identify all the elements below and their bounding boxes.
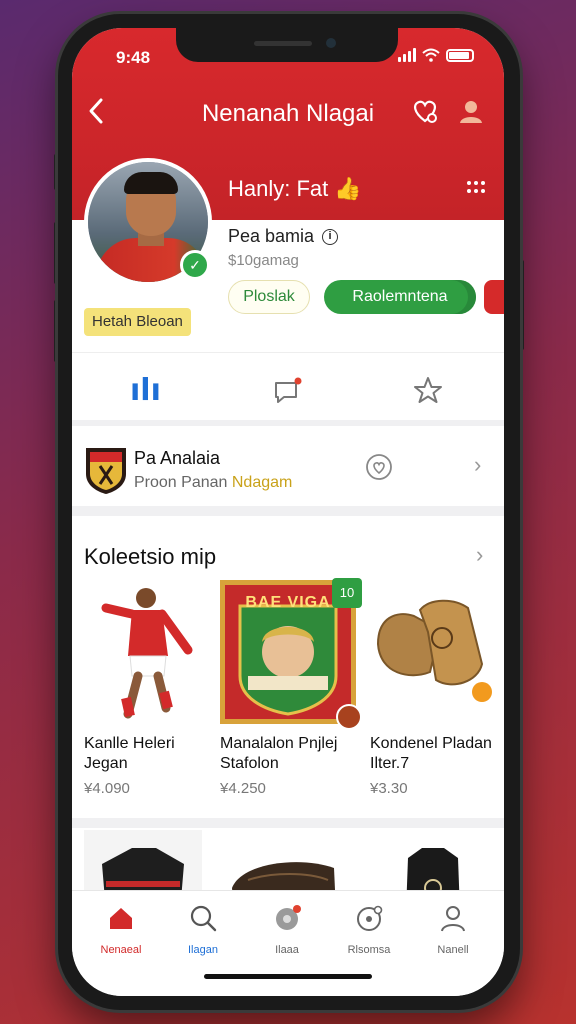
profile-name-text: Hanly: Fat [228, 176, 329, 201]
tab-search-label: Ilagan [188, 944, 218, 956]
collection-item-price: ¥3.30 [370, 780, 408, 797]
club-subtitle: Proon Panan Ndagam [134, 474, 292, 492]
tab-profile-label: Nanell [437, 944, 469, 956]
club-favorite-icon[interactable] [364, 452, 394, 482]
signal-icon [398, 48, 416, 62]
club-name: Pa Analaia [134, 448, 221, 468]
tab-notifications[interactable]: Ilaaa [252, 903, 322, 956]
chat-icon [275, 377, 302, 403]
card-corner-icon [336, 704, 362, 730]
heart-icon [413, 100, 437, 123]
status-icons [398, 48, 474, 62]
collection-title: Koleetsio mip [84, 544, 217, 569]
club-row[interactable]: Pa Analaia Proon Panan Ndagam › [72, 428, 504, 516]
collection-item[interactable]: BAE VIGA 10 Manalalon Pnjlej Stafolon ¥4… [220, 578, 362, 797]
collection-item-price: ¥4.090 [84, 780, 130, 797]
tab-messages[interactable]: Rlsomsa [334, 903, 404, 956]
card-badge: 10 [332, 578, 362, 608]
tab-notifications-label: Ilaaa [275, 944, 299, 956]
verified-badge-icon: ✓ [180, 250, 210, 280]
profile-tag: Hetah Bleoan [84, 308, 191, 336]
home-indicator[interactable] [204, 974, 372, 979]
status-time: 9:48 [116, 48, 151, 67]
ball-icon [276, 905, 301, 930]
more-options-icon[interactable] [466, 180, 486, 194]
shin-guard-image [370, 580, 496, 724]
bottom-tab-bar: Nenaeal Ilagan Ilaaa Rlsomsa Nanell [72, 890, 504, 996]
player-figure-image [84, 580, 220, 724]
app-screen: 9:48 Nenanah Nlagai Hanly: Fat 👍 ✓ Pea b… [72, 28, 504, 996]
collection-more-chevron-icon[interactable]: › [476, 542, 483, 568]
user-icon [460, 101, 482, 123]
power-button [520, 260, 524, 350]
info-icon[interactable]: i [322, 228, 339, 245]
stats-tab-icon[interactable]: ılı [130, 371, 170, 411]
collection-item-title: Kanlle Heleri Jegan [84, 735, 175, 772]
thumbs-up-icon: 👍 [334, 176, 362, 201]
tab-profile[interactable]: Nanell [418, 903, 488, 956]
collection-item[interactable]: Kondenel Pladan Ilter.7 ¥3.30 [370, 580, 496, 797]
profile-name: Hanly: Fat 👍 [228, 176, 362, 202]
profile-subtitle: Pea bamia i [228, 226, 339, 247]
wifi-icon [422, 48, 440, 62]
collection-item-title: Manalalon Pnjlej Stafolon [220, 735, 338, 772]
profile-icon [441, 906, 465, 932]
profile-line1: Pea bamia [228, 226, 315, 246]
follow-button[interactable]: Ploslak [228, 280, 310, 314]
star-icon [414, 377, 442, 403]
primary-action-button[interactable]: Raolemntena [324, 280, 476, 314]
tab-search[interactable]: Ilagan [168, 903, 238, 956]
club-crest-icon [86, 448, 126, 494]
achievements-tab[interactable] [408, 371, 448, 411]
favorite-button[interactable] [410, 96, 440, 126]
card-banner-text: BAE VIGA [245, 594, 331, 611]
collection-item-title: Kondenel Pladan Ilter.7 [370, 735, 492, 772]
club-sub-highlight: Ndagam [231, 474, 293, 491]
message-icon [357, 905, 383, 931]
profile-tabs: ılı [72, 352, 504, 426]
collection-item-price: ¥4.250 [220, 780, 266, 797]
chevron-right-icon: › [474, 452, 482, 477]
profile-handle: $10gamag [228, 252, 299, 269]
extra-action-button[interactable] [484, 280, 504, 314]
comments-tab[interactable] [268, 371, 308, 411]
account-button[interactable] [456, 96, 486, 126]
home-icon [110, 908, 132, 929]
tab-home-label: Nenaeal [100, 944, 142, 956]
search-icon [190, 905, 217, 932]
tab-messages-label: Rlsomsa [347, 944, 391, 956]
trading-card-image: BAE VIGA 10 [220, 578, 362, 730]
club-sub-prefix: Proon Panan [134, 474, 232, 491]
notch [176, 28, 398, 62]
tab-home[interactable]: Nenaeal [86, 903, 156, 956]
battery-icon [446, 48, 474, 62]
collection-item[interactable]: Kanlle Heleri Jegan ¥4.090 [84, 580, 220, 797]
